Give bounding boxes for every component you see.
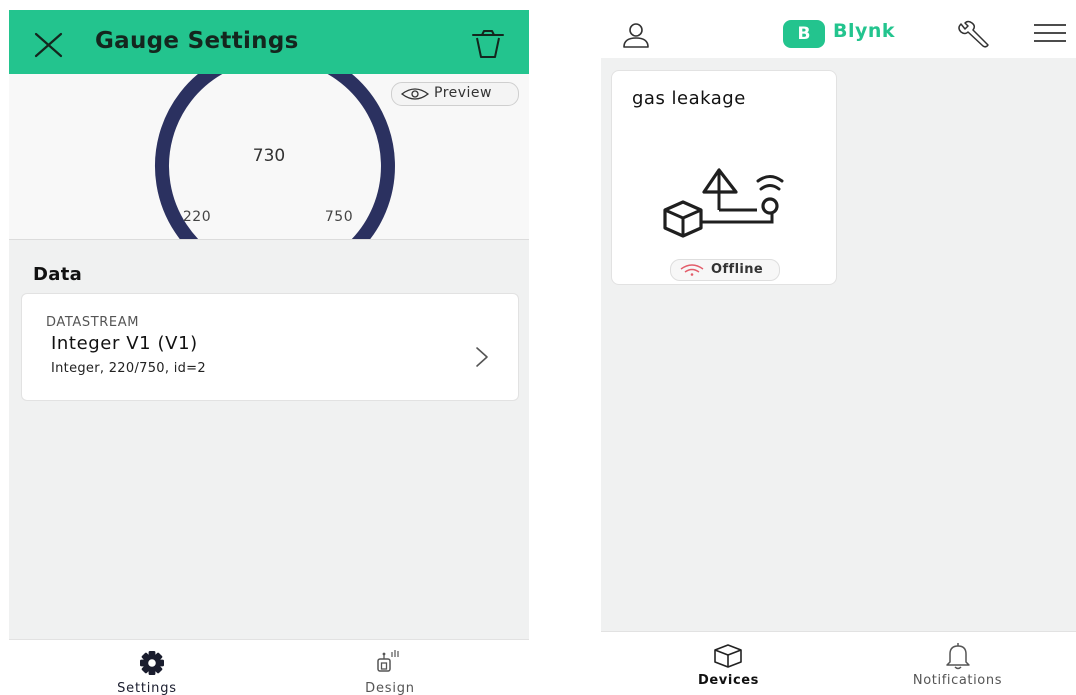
eye-icon	[401, 88, 429, 100]
bottom-tab-bar: Devices Notifications	[601, 631, 1076, 695]
bottom-tab-bar: Settings Design	[9, 639, 529, 695]
user-icon	[623, 23, 649, 48]
hamburger-menu-icon	[1034, 24, 1066, 42]
page-title: Gauge Settings	[95, 28, 299, 54]
devices-screen: B Blynk gas leakage Offline Devices Noti…	[601, 10, 1076, 695]
close-x-icon	[34, 32, 63, 58]
data-section-heading: Data	[33, 264, 83, 285]
tab-design-label: Design	[365, 681, 415, 695]
datastream-card[interactable]: DATASTREAM Integer V1 (V1) Integer, 220/…	[21, 293, 519, 401]
status-label: Offline	[711, 262, 764, 277]
delete-widget-button[interactable]	[469, 26, 507, 64]
tab-settings[interactable]: Settings	[17, 640, 277, 695]
tab-devices-label: Devices	[698, 673, 759, 688]
wrench-icon	[958, 20, 989, 48]
device-tile[interactable]: gas leakage Offline	[611, 70, 837, 285]
bell-icon	[946, 643, 970, 670]
wifi-off-icon	[680, 264, 704, 276]
tab-settings-label: Settings	[117, 681, 177, 695]
trash-icon	[472, 30, 504, 58]
preview-button[interactable]: Preview	[391, 82, 519, 106]
gauge-max-label: 750	[324, 209, 354, 225]
tab-notifications-label: Notifications	[912, 673, 1003, 688]
close-button[interactable]	[31, 27, 67, 63]
gauge-settings-screen: Gauge Settings 730 220 750 Preview Data …	[9, 10, 529, 695]
app-header: B Blynk	[601, 10, 1076, 58]
device-template-icon	[663, 168, 784, 238]
blynk-logo: B Blynk	[783, 18, 905, 48]
gauge-min-label: 220	[182, 209, 212, 225]
datastream-details: Integer, 220/750, id=2	[51, 361, 206, 376]
status-badge: Offline	[670, 259, 780, 281]
gauge-preview-area: 730 220 750 Preview	[9, 74, 529, 240]
tab-design[interactable]: Design	[260, 640, 520, 695]
logo-badge: B	[783, 20, 825, 48]
tab-notifications[interactable]: Notifications	[839, 632, 1076, 695]
main-menu-button[interactable]	[1033, 22, 1067, 46]
profile-button[interactable]	[621, 20, 651, 50]
chevron-right-icon	[476, 347, 488, 367]
gear-icon	[140, 651, 164, 675]
gauge-value: 730	[252, 146, 286, 166]
gauge-settings-header: Gauge Settings	[9, 10, 529, 74]
tab-devices[interactable]: Devices	[610, 632, 847, 695]
datastream-caption: DATASTREAM	[46, 315, 140, 330]
logo-text: Blynk	[833, 20, 896, 42]
preview-label: Preview	[434, 85, 492, 101]
cube-icon	[714, 644, 742, 668]
design-icon	[377, 650, 399, 672]
datastream-name: Integer V1 (V1)	[51, 333, 198, 354]
device-name: gas leakage	[632, 88, 746, 109]
developer-tools-button[interactable]	[955, 20, 991, 50]
